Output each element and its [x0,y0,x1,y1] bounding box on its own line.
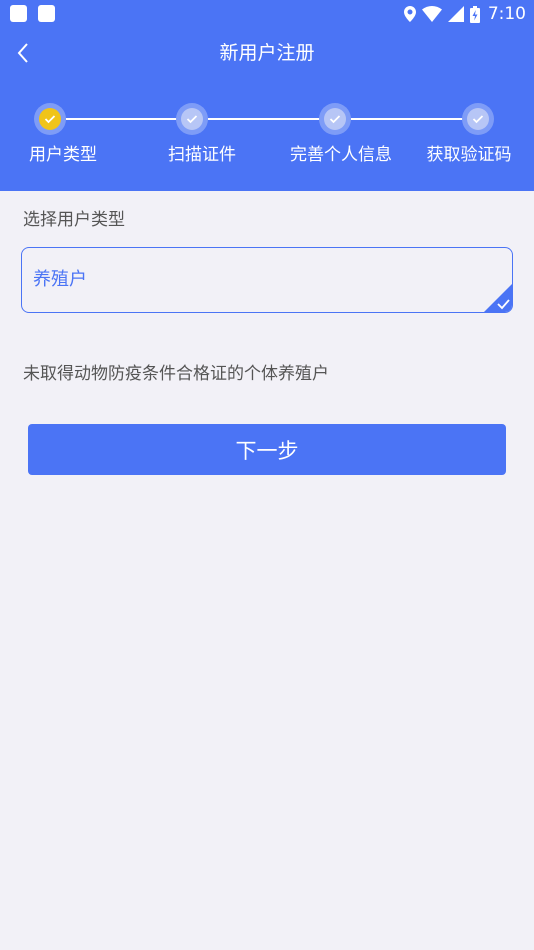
check-icon [44,115,56,124]
step-3-dot [319,103,351,135]
status-icons: 7:10 [403,3,526,25]
step-3-label: 完善个人信息 [290,145,392,165]
signal-icon [447,6,464,22]
step-4-dot [462,103,494,135]
location-icon [403,6,416,22]
step-4-label: 获取验证码 [426,145,512,165]
user-type-description: 未取得动物防疫条件合格证的个体养殖户 [23,364,329,384]
check-icon [186,115,198,124]
check-icon [472,115,484,124]
header: 7:10 新用户注册 用户类型 扫描证件 完善个人信息 获取验证码 [0,0,534,191]
next-button[interactable]: 下一步 [28,424,506,475]
battery-icon [469,5,480,23]
step-2-label: 扫描证件 [168,145,236,165]
step-2-dot [176,103,208,135]
selected-check-icon [484,284,512,312]
check-icon [329,115,341,124]
step-1-dot [34,103,66,135]
status-bar: 7:10 [0,0,534,28]
step-connector [208,118,321,120]
step-indicator: 用户类型 扫描证件 完善个人信息 获取验证码 [0,100,534,170]
user-type-option[interactable]: 养殖户 [21,247,513,313]
wifi-icon [421,6,442,22]
notification-icon [10,5,27,22]
status-time: 7:10 [487,4,526,24]
step-1-label: 用户类型 [29,145,97,165]
user-type-value: 养殖户 [33,269,87,290]
page-title: 新用户注册 [219,42,315,64]
step-connector [351,118,464,120]
step-connector [66,118,178,120]
notification-icon [38,5,55,22]
section-label: 选择用户类型 [23,210,125,230]
